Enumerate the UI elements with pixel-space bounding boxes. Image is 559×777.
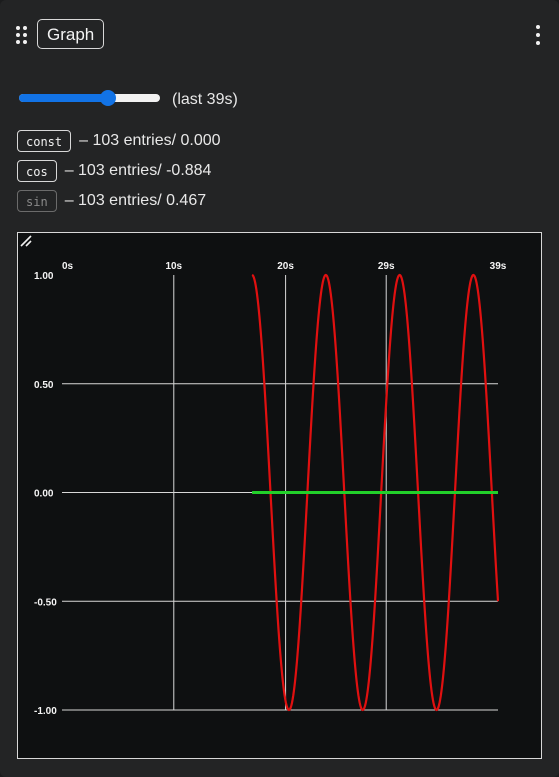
slider-track <box>19 94 160 102</box>
y-tick-label: 0.00 <box>34 489 54 500</box>
x-tick-label: 10s <box>165 261 182 272</box>
y-tick-label: 0.50 <box>34 380 54 391</box>
series-toggle-cos[interactable]: cos <box>17 160 57 182</box>
x-tick-label: 20s <box>277 261 294 272</box>
graph-widget: Graph (last 39s) const – 103 entries/ 0.… <box>0 0 559 777</box>
x-tick-label: 29s <box>378 261 395 272</box>
line-chart: 1.00 0.50 0.00 -0.50 -1.00 0s 10s 20s 29s 39s <box>34 261 507 717</box>
series-row-sin: sin – 103 entries/ 0.467 <box>17 189 206 213</box>
series-info-sin: – 103 entries/ 0.467 <box>64 192 207 209</box>
slider-fill <box>19 94 108 102</box>
series-toggle-sin[interactable]: sin <box>17 190 57 212</box>
more-vertical-icon[interactable] <box>534 25 542 45</box>
series-row-cos: cos – 103 entries/ -0.884 <box>17 159 211 183</box>
series-row-const: const – 103 entries/ 0.000 <box>17 129 221 153</box>
graph-title-button[interactable]: Graph <box>37 19 105 49</box>
x-tick-label: 39s <box>490 261 507 272</box>
series-info-cos: – 103 entries/ -0.884 <box>64 162 212 179</box>
time-range-slider[interactable] <box>19 90 160 106</box>
series-toggle-const[interactable]: const <box>17 130 72 152</box>
series-info-const: – 103 entries/ 0.000 <box>79 132 221 149</box>
y-tick-label: 1.00 <box>34 271 54 282</box>
y-tick-label: -0.50 <box>34 597 57 608</box>
slider-thumb[interactable] <box>99 90 116 106</box>
drag-handle-icon[interactable] <box>16 26 28 44</box>
x-tick-label: 0s <box>62 261 74 272</box>
time-range-label: (last 39s) <box>172 91 238 108</box>
y-tick-label: -1.00 <box>34 706 57 717</box>
resize-grip-icon[interactable] <box>18 233 32 247</box>
chart-area: 1.00 0.50 0.00 -0.50 -1.00 0s 10s 20s 29s 39s <box>17 232 542 759</box>
